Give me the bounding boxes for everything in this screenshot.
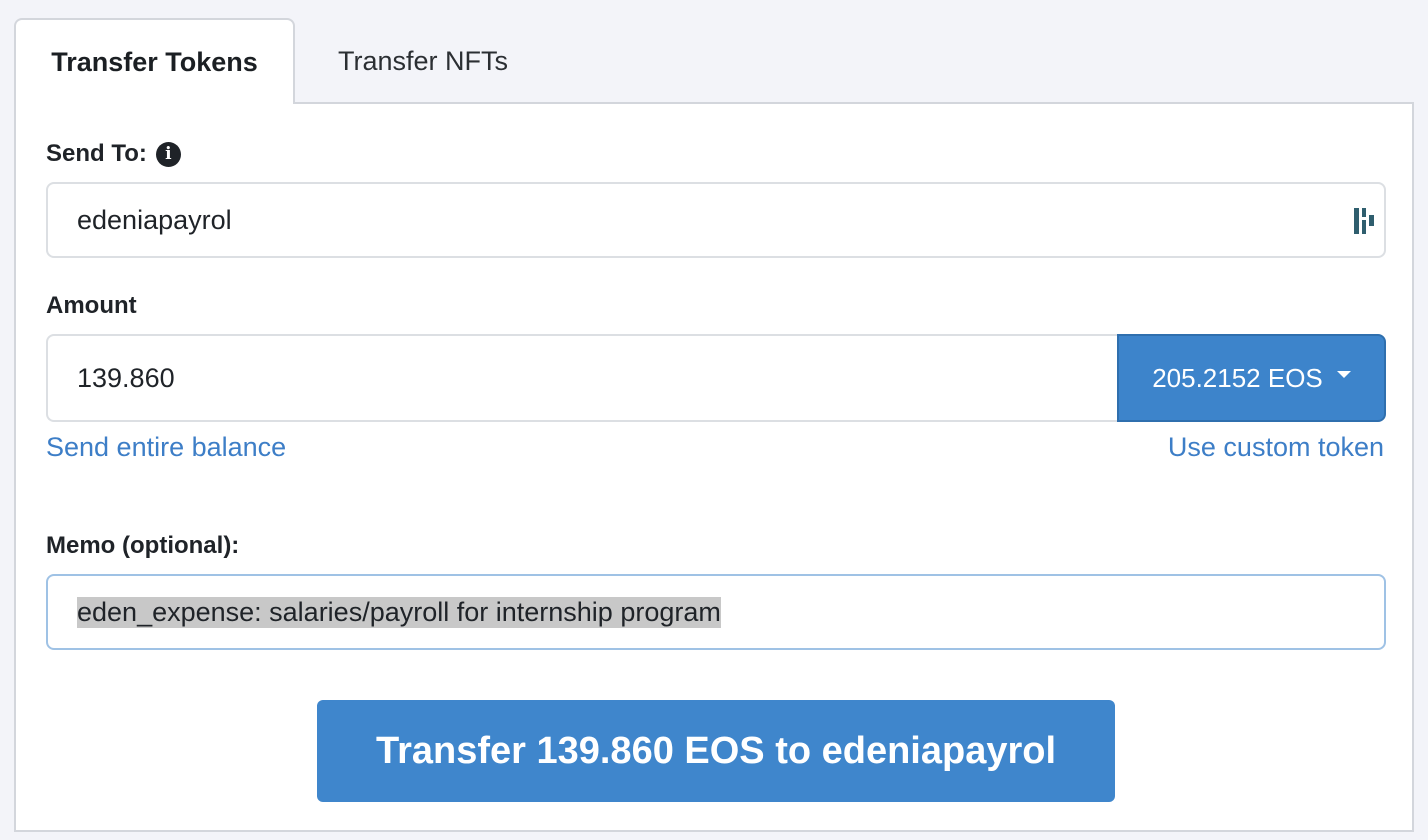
memo-input[interactable]: eden_expense: salaries/payroll for inter… (46, 574, 1386, 650)
memo-label: Memo (optional): (46, 532, 240, 559)
memo-label-row: Memo (optional): (46, 532, 239, 560)
chevron-down-icon (1336, 370, 1351, 378)
send-to-value: edeniapayrol (77, 204, 232, 235)
send-to-input[interactable]: edeniapayrol (46, 182, 1386, 258)
tab-transfer-nfts[interactable]: Transfer NFTs (295, 18, 551, 104)
transfer-form: Send To: i edeniapayrol Amount 139.860 2… (14, 102, 1414, 832)
send-to-label-row: Send To: i (46, 140, 181, 168)
tab-bar: Transfer Tokens Transfer NFTs (14, 18, 1414, 104)
send-to-label: Send To: (46, 140, 147, 167)
transfer-submit-button[interactable]: Transfer 139.860 EOS to edeniapayrol (317, 700, 1115, 802)
send-entire-balance-link[interactable]: Send entire balance (46, 432, 286, 463)
memo-value: eden_expense: salaries/payroll for inter… (77, 596, 721, 628)
transfer-submit-label: Transfer 139.860 EOS to edeniapayrol (375, 729, 1057, 772)
amount-input[interactable]: 139.860 (46, 334, 1120, 422)
token-select-button[interactable]: 205.2152 EOS (1117, 334, 1386, 422)
token-balance-label: 205.2152 EOS (1152, 362, 1323, 393)
amount-value: 139.860 (77, 362, 175, 393)
tab-transfer-nfts-label: Transfer NFTs (337, 45, 508, 76)
use-custom-token-link[interactable]: Use custom token (1168, 432, 1384, 463)
address-scan-icon[interactable] (1352, 206, 1376, 236)
amount-label: Amount (46, 292, 137, 319)
transfer-card: Transfer Tokens Transfer NFTs Send To: i… (14, 18, 1414, 832)
tab-transfer-tokens-label: Transfer Tokens (51, 46, 258, 77)
amount-label-row: Amount (46, 292, 137, 320)
tab-transfer-tokens[interactable]: Transfer Tokens (14, 18, 295, 104)
info-icon[interactable]: i (155, 141, 181, 167)
